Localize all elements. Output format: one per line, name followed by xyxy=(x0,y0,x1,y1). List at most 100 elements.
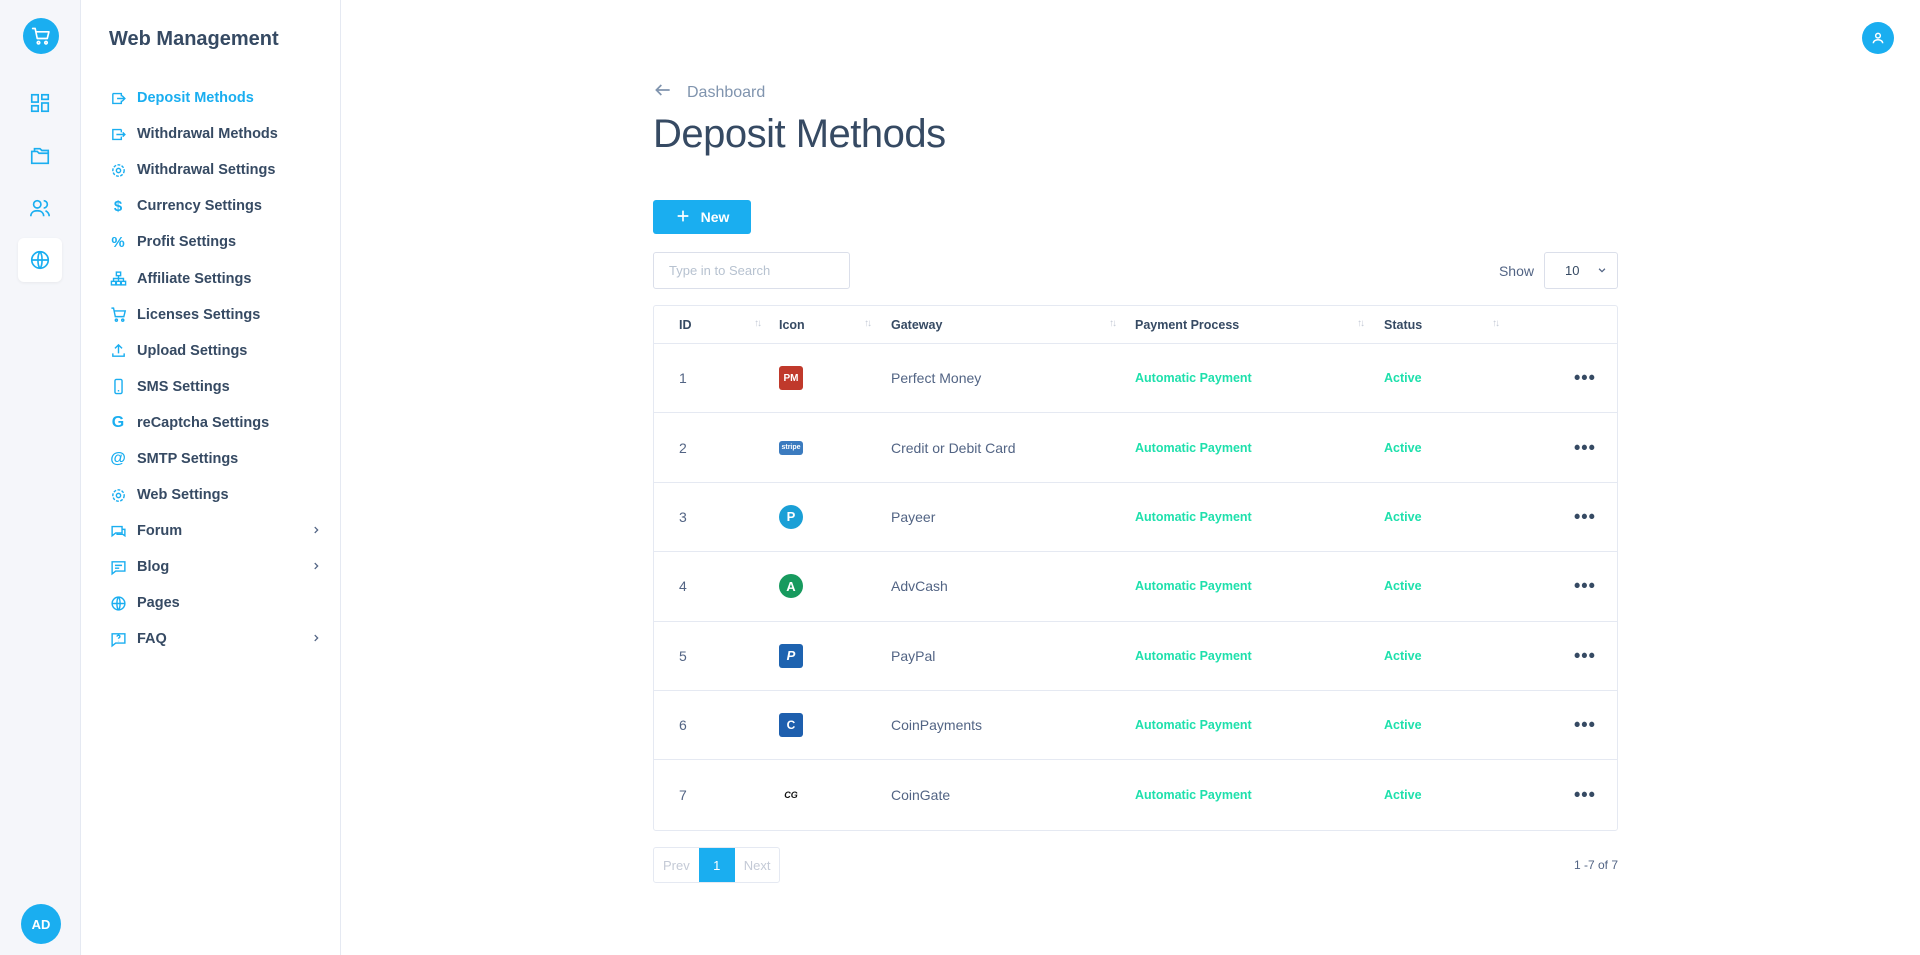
user-menu-icon[interactable] xyxy=(1862,22,1894,54)
sidebar-item-currency-settings[interactable]: $ Currency Settings xyxy=(109,188,321,224)
page-title: Deposit Methods xyxy=(653,112,946,156)
sort-icon[interactable]: ↑↓ xyxy=(1357,318,1365,329)
column-header-icon[interactable]: Icon xyxy=(779,306,805,344)
percent-icon: % xyxy=(111,233,125,251)
cell-id: 3 xyxy=(679,508,687,525)
back-link[interactable]: Dashboard xyxy=(653,80,765,105)
deposit-methods-table: ID ↑↓ Icon ↑↓ Gateway ↑↓ Payment Process… xyxy=(653,305,1618,831)
sidebar-item-profit-settings[interactable]: % Profit Settings xyxy=(109,224,321,260)
sidebar-item-faq[interactable]: FAQ xyxy=(109,621,321,657)
table-row[interactable]: 6 C CoinPayments Automatic Payment Activ… xyxy=(654,691,1617,761)
hierarchy-icon xyxy=(109,270,127,288)
status-badge: Active xyxy=(1384,579,1422,594)
show-label: Show xyxy=(1498,262,1534,279)
sidebar-item-withdrawal-methods[interactable]: Withdrawal Methods xyxy=(109,116,321,152)
sidebar-item-deposit-methods[interactable]: Deposit Methods xyxy=(109,80,321,116)
mobile-icon xyxy=(109,378,127,396)
table-row[interactable]: 4 A AdvCash Automatic Payment Active ••• xyxy=(654,552,1617,622)
chevron-right-icon xyxy=(311,631,321,647)
cell-id: 7 xyxy=(679,787,687,804)
table-row[interactable]: 3 P Payeer Automatic Payment Active ••• xyxy=(654,483,1617,553)
sidebar-item-label: SMS Settings xyxy=(137,378,230,395)
sidebar-item-upload-settings[interactable]: Upload Settings xyxy=(109,333,321,369)
at-icon: @ xyxy=(110,449,126,467)
cell-id: 5 xyxy=(679,647,687,664)
cell-gateway: CoinGate xyxy=(891,787,951,804)
sidebar-item-label: Withdrawal Settings xyxy=(137,162,276,179)
more-options-icon[interactable]: ••• xyxy=(1574,506,1596,527)
sidebar-item-label: Currency Settings xyxy=(137,198,262,215)
users-icon[interactable] xyxy=(18,186,62,230)
cell-gateway: Perfect Money xyxy=(891,370,982,387)
sidebar-item-affiliate-settings[interactable]: Affiliate Settings xyxy=(109,260,321,296)
table-row[interactable]: 7 CG CoinGate Automatic Payment Active •… xyxy=(654,760,1617,829)
icon-rail: AD xyxy=(0,0,81,955)
cell-id: 1 xyxy=(679,370,687,387)
sidebar-item-recaptcha-settings[interactable]: G reCaptcha Settings xyxy=(109,405,321,441)
page-size-select[interactable]: 10 xyxy=(1544,252,1618,289)
prev-button[interactable]: Prev xyxy=(654,848,699,882)
cell-gateway: CoinPayments xyxy=(891,717,983,734)
sort-icon[interactable]: ↑↓ xyxy=(1492,318,1500,329)
column-header-gateway[interactable]: Gateway xyxy=(891,306,942,344)
coingate-icon: CG xyxy=(779,783,803,808)
globe-icon xyxy=(109,594,127,612)
cell-payment-process: Automatic Payment xyxy=(1135,788,1252,803)
cart-icon xyxy=(109,306,127,324)
status-badge: Active xyxy=(1384,788,1422,803)
chevron-down-icon xyxy=(1597,263,1607,278)
table-row[interactable]: 5 P PayPal Automatic Payment Active ••• xyxy=(654,622,1617,691)
gear-icon xyxy=(109,486,127,504)
sort-icon[interactable]: ↑↓ xyxy=(754,318,762,329)
files-icon[interactable] xyxy=(18,134,62,178)
sidebar-item-blog[interactable]: Blog xyxy=(109,549,321,585)
advcash-icon: A xyxy=(779,574,803,599)
sidebar-item-label: Blog xyxy=(137,559,170,576)
sidebar-item-label: reCaptcha Settings xyxy=(137,414,270,431)
globe-icon[interactable] xyxy=(18,238,62,282)
sidebar-item-smtp-settings[interactable]: @ SMTP Settings xyxy=(109,441,321,477)
sidebar-item-pages[interactable]: Pages xyxy=(109,585,321,621)
more-options-icon[interactable]: ••• xyxy=(1574,437,1596,458)
sort-icon[interactable]: ↑↓ xyxy=(1109,318,1117,329)
more-options-icon[interactable]: ••• xyxy=(1574,715,1596,736)
search-input[interactable] xyxy=(653,252,850,289)
table-row[interactable]: 2 stripe Credit or Debit Card Automatic … xyxy=(654,413,1617,483)
sidebar-item-licenses-settings[interactable]: Licenses Settings xyxy=(109,297,321,333)
sidebar-item-withdrawal-settings[interactable]: Withdrawal Settings xyxy=(109,152,321,188)
page-button-1[interactable]: 1 xyxy=(698,848,735,882)
status-badge: Active xyxy=(1384,371,1422,386)
page-size-value: 10 xyxy=(1565,263,1580,278)
sidebar-item-forum[interactable]: Forum xyxy=(109,513,321,549)
sidebar-item-web-settings[interactable]: Web Settings xyxy=(109,477,321,513)
new-button[interactable]: New xyxy=(653,200,751,234)
column-header-payment-process[interactable]: Payment Process xyxy=(1135,306,1239,344)
column-header-id[interactable]: ID xyxy=(679,306,692,344)
cell-id: 4 xyxy=(679,578,687,595)
cell-id: 2 xyxy=(679,439,687,456)
avatar[interactable]: AD xyxy=(21,904,61,944)
dashboard-grid-icon[interactable] xyxy=(18,81,62,125)
status-badge: Active xyxy=(1384,648,1422,663)
more-options-icon[interactable]: ••• xyxy=(1574,785,1596,806)
gear-icon xyxy=(109,161,127,179)
next-button[interactable]: Next xyxy=(735,848,780,882)
sidebar-item-sms-settings[interactable]: SMS Settings xyxy=(109,369,321,405)
back-label: Dashboard xyxy=(687,83,766,101)
sidebar-item-label: SMTP Settings xyxy=(137,450,239,467)
sidebar-item-label: Deposit Methods xyxy=(137,90,254,107)
sidebar-item-label: Withdrawal Methods xyxy=(137,126,278,143)
cell-payment-process: Automatic Payment xyxy=(1135,509,1252,524)
sidebar-item-label: Pages xyxy=(137,595,180,612)
chat-icon xyxy=(109,522,127,540)
pagination: Prev 1 Next xyxy=(653,847,781,883)
more-options-icon[interactable]: ••• xyxy=(1574,645,1596,666)
sort-icon[interactable]: ↑↓ xyxy=(864,318,872,329)
cell-payment-process: Automatic Payment xyxy=(1135,440,1252,455)
more-options-icon[interactable]: ••• xyxy=(1574,368,1596,389)
page-size: Show 10 xyxy=(1499,252,1618,289)
cart-logo-icon[interactable] xyxy=(23,18,59,54)
column-header-status[interactable]: Status xyxy=(1384,306,1422,344)
more-options-icon[interactable]: ••• xyxy=(1574,576,1596,597)
table-row[interactable]: 1 PM Perfect Money Automatic Payment Act… xyxy=(654,344,1617,414)
